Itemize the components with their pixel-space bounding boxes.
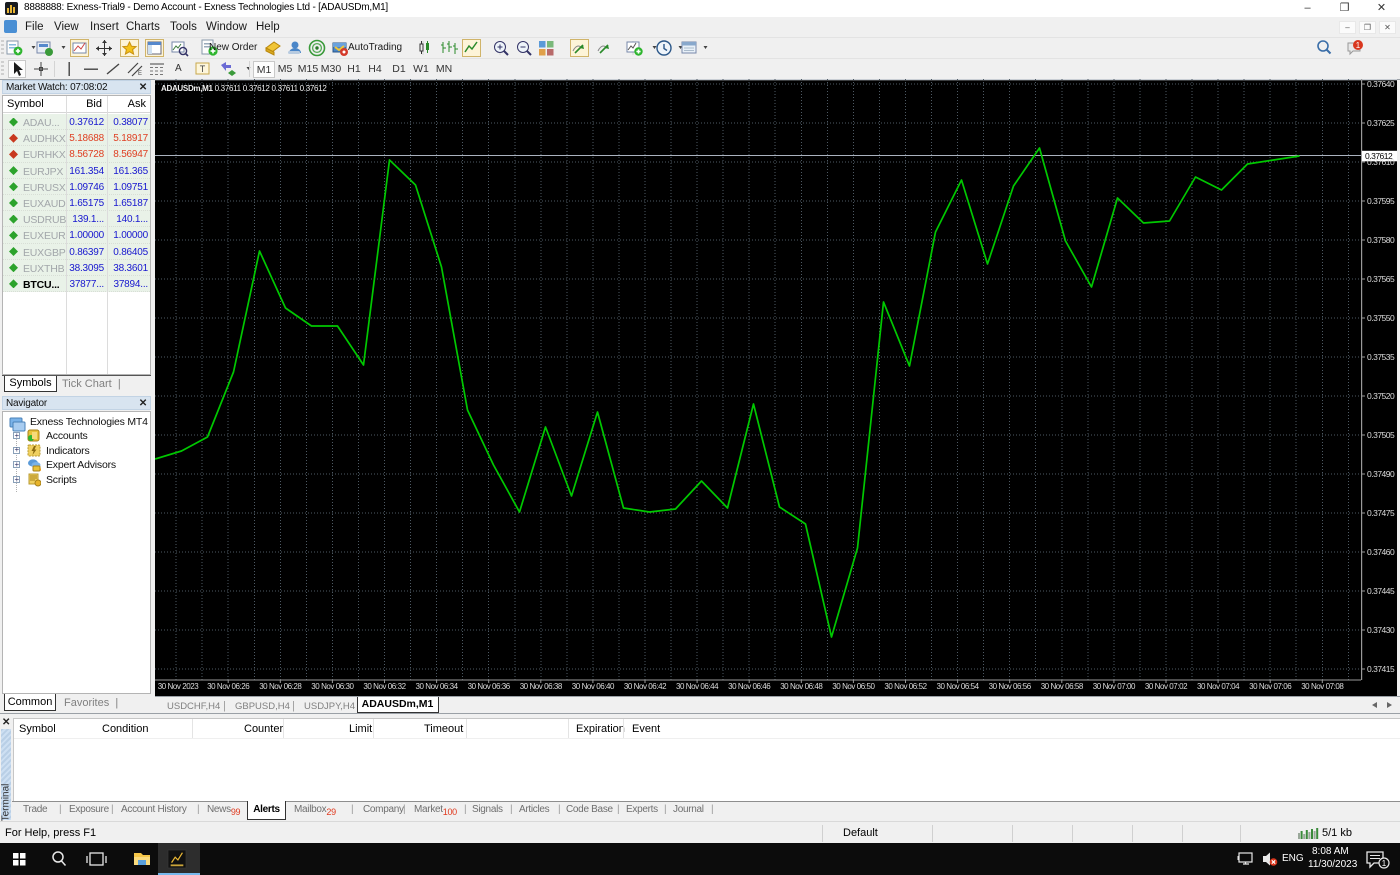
svg-text:30 Nov 06:50: 30 Nov 06:50 — [832, 682, 875, 691]
svg-text:30 Nov 06:38: 30 Nov 06:38 — [520, 682, 563, 691]
svg-text:30 Nov 06:40: 30 Nov 06:40 — [572, 682, 615, 691]
svg-text:0.37640: 0.37640 — [1367, 79, 1395, 89]
svg-text:30 Nov 2023: 30 Nov 2023 — [158, 682, 199, 691]
svg-text:30 Nov 06:30: 30 Nov 06:30 — [311, 682, 354, 691]
svg-text:30 Nov 06:32: 30 Nov 06:32 — [363, 682, 406, 691]
svg-text:0.37460: 0.37460 — [1367, 547, 1395, 557]
svg-text:0.37520: 0.37520 — [1367, 391, 1395, 401]
svg-text:0.37490: 0.37490 — [1367, 469, 1395, 479]
svg-text:30 Nov 06:58: 30 Nov 06:58 — [1041, 682, 1084, 691]
svg-text:E: E — [138, 71, 142, 77]
svg-text:0.37430: 0.37430 — [1367, 625, 1395, 635]
svg-text:T: T — [200, 64, 206, 74]
svg-text:30 Nov 06:26: 30 Nov 06:26 — [207, 682, 250, 691]
svg-text:30 Nov 06:52: 30 Nov 06:52 — [884, 682, 927, 691]
svg-text:0.37535: 0.37535 — [1367, 352, 1395, 362]
svg-text:0.37610: 0.37610 — [1367, 157, 1395, 167]
svg-text:30 Nov 07:06: 30 Nov 07:06 — [1249, 682, 1292, 691]
svg-text:30 Nov 06:34: 30 Nov 06:34 — [415, 682, 458, 691]
svg-text:0.37580: 0.37580 — [1367, 235, 1395, 245]
svg-text:30 Nov 06:42: 30 Nov 06:42 — [624, 682, 667, 691]
svg-text:30 Nov 06:46: 30 Nov 06:46 — [728, 682, 771, 691]
svg-text:30 Nov 06:36: 30 Nov 06:36 — [468, 682, 511, 691]
svg-text:0.37565: 0.37565 — [1367, 274, 1395, 284]
svg-text:0.37445: 0.37445 — [1367, 586, 1395, 596]
svg-text:0.37550: 0.37550 — [1367, 313, 1395, 323]
svg-text:30 Nov 07:04: 30 Nov 07:04 — [1197, 682, 1240, 691]
svg-text:1: 1 — [1356, 41, 1361, 50]
svg-text:30 Nov 06:28: 30 Nov 06:28 — [259, 682, 302, 691]
svg-text:30 Nov 06:44: 30 Nov 06:44 — [676, 682, 719, 691]
svg-text:30 Nov 07:00: 30 Nov 07:00 — [1093, 682, 1136, 691]
svg-text:0.37595: 0.37595 — [1367, 196, 1395, 206]
svg-text:0.37505: 0.37505 — [1367, 430, 1395, 440]
svg-text:ADAUSDm,M1 0.37611 0.37612 0.: ADAUSDm,M1 0.37611 0.37612 0.37611 0.376… — [161, 84, 327, 93]
svg-text:30 Nov 06:54: 30 Nov 06:54 — [936, 682, 979, 691]
svg-text:0.37625: 0.37625 — [1367, 118, 1395, 128]
svg-text:1: 1 — [1382, 859, 1387, 868]
svg-text:30 Nov 07:02: 30 Nov 07:02 — [1145, 682, 1188, 691]
svg-text:30 Nov 06:48: 30 Nov 06:48 — [780, 682, 823, 691]
svg-text:30 Nov 07:08: 30 Nov 07:08 — [1301, 682, 1344, 691]
svg-text:0.37475: 0.37475 — [1367, 508, 1395, 518]
svg-text:30 Nov 06:56: 30 Nov 06:56 — [989, 682, 1032, 691]
svg-text:0.37415: 0.37415 — [1367, 664, 1395, 674]
